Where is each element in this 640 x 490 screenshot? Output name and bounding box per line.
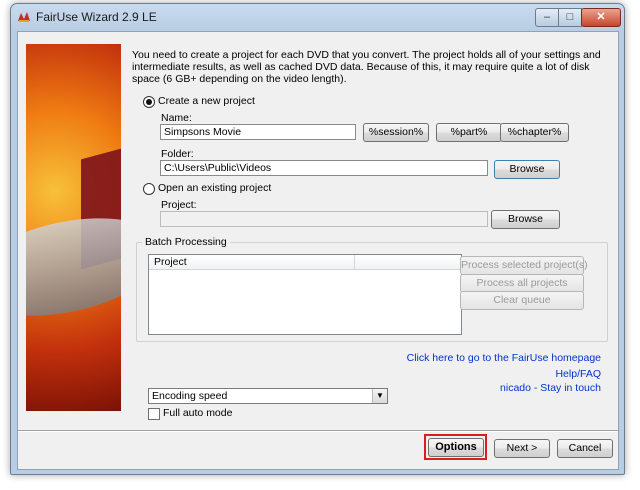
full-auto-label[interactable]: Full auto mode [163, 407, 232, 419]
app-icon [18, 12, 30, 22]
chevron-down-icon[interactable]: ▼ [372, 389, 387, 403]
batch-project-list[interactable]: Project [148, 254, 462, 335]
process-selected-button[interactable]: Process selected project(s) [460, 256, 588, 275]
intro-text: You need to create a project for each DV… [132, 49, 601, 85]
project-browse-button[interactable]: Browse [491, 210, 560, 229]
session-token-button[interactable]: %session% [363, 123, 429, 142]
maximize-button[interactable]: □ [558, 8, 582, 27]
folder-browse-button[interactable]: Browse [494, 160, 560, 179]
open-existing-project-radio[interactable] [143, 183, 155, 195]
project-name-input[interactable]: Simpsons Movie [160, 124, 356, 140]
window-title: FairUse Wizard 2.9 LE [36, 10, 157, 24]
full-auto-checkbox[interactable] [148, 408, 160, 420]
part-token-button[interactable]: %part% [436, 123, 502, 142]
encoding-speed-select[interactable]: Encoding speed ▼ [148, 388, 388, 404]
project-path-input[interactable] [160, 211, 488, 227]
minimize-button[interactable]: – [535, 8, 559, 27]
banner-disc [26, 202, 121, 332]
project-list-header: Project [149, 255, 461, 270]
fairuse-wizard-window: FairUse Wizard 2.9 LE – □ ✕ You need to … [10, 3, 625, 475]
create-new-project-label[interactable]: Create a new project [158, 95, 255, 107]
close-button[interactable]: ✕ [581, 8, 621, 27]
cancel-button[interactable]: Cancel [557, 439, 613, 458]
homepage-link[interactable]: Click here to go to the FairUse homepage [407, 352, 601, 364]
clear-queue-button[interactable]: Clear queue [460, 291, 584, 310]
footer-divider [18, 430, 618, 432]
title-bar: FairUse Wizard 2.9 LE – □ ✕ [11, 4, 624, 30]
project-label: Project: [161, 199, 197, 211]
open-existing-project-label[interactable]: Open an existing project [158, 182, 271, 194]
column-separator [354, 255, 355, 269]
folder-input[interactable]: C:\Users\Public\Videos [160, 160, 488, 176]
project-column-header[interactable]: Project [154, 256, 187, 268]
options-button[interactable]: Options [428, 438, 484, 457]
stay-in-touch-link[interactable]: nicado - Stay in touch [500, 382, 601, 394]
help-faq-link[interactable]: Help/FAQ [555, 368, 601, 380]
next-button[interactable]: Next > [494, 439, 550, 458]
name-label: Name: [161, 112, 192, 124]
create-new-project-radio[interactable] [143, 96, 155, 108]
wizard-banner-image [26, 44, 121, 411]
folder-label: Folder: [161, 148, 194, 160]
batch-processing-title: Batch Processing [142, 236, 230, 248]
dialog-body: You need to create a project for each DV… [17, 31, 619, 470]
chapter-token-button[interactable]: %chapter% [500, 123, 569, 142]
encoding-speed-value: Encoding speed [152, 390, 228, 402]
